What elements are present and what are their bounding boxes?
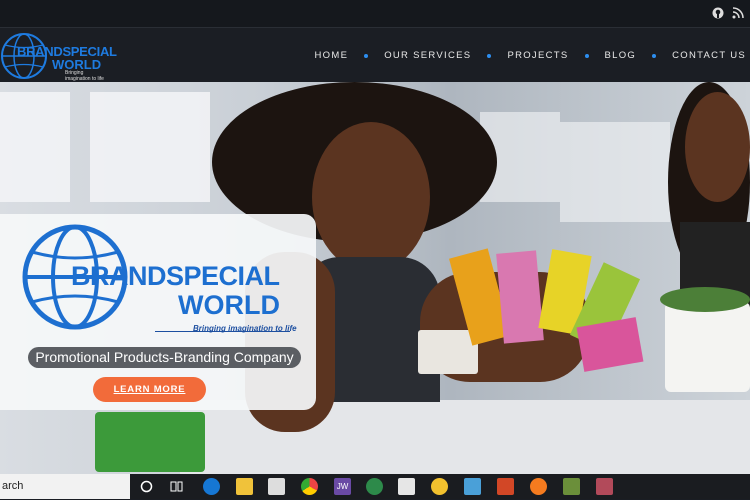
nav-separator-dot — [364, 53, 369, 58]
site-logo[interactable]: BRANDSPECIAL WORLD Bringing imagination … — [0, 30, 117, 82]
nav-separator-dot — [584, 53, 589, 58]
learn-more-button[interactable]: LEARN MORE — [93, 377, 206, 402]
windows-taskbar: arch JW — [0, 474, 750, 499]
app-icon[interactable] — [366, 478, 383, 495]
powerpoint-icon[interactable] — [497, 478, 514, 495]
brand-tagline: Bringing imagination to life — [193, 324, 297, 333]
nav-item-home[interactable]: HOME — [315, 50, 349, 61]
task-view-icon[interactable] — [168, 478, 185, 495]
firefox-icon[interactable] — [530, 478, 547, 495]
brand-name-line1: BRANDSPECIAL — [71, 261, 280, 291]
nav-menu: HOME OUR SERVICES PROJECTS BLOG CONTACT … — [315, 50, 747, 61]
store-icon[interactable] — [268, 478, 285, 495]
edge-icon[interactable] — [203, 478, 220, 495]
nav-item-blog[interactable]: BLOG — [605, 50, 637, 61]
nav-item-our-services[interactable]: OUR SERVICES — [384, 50, 471, 61]
hero-card: BRANDSPECIAL WORLD Bringing imagination … — [0, 214, 316, 410]
taskbar-search-input[interactable]: arch — [0, 474, 130, 499]
app-icon-5[interactable] — [596, 478, 613, 495]
nav-separator-dot — [487, 53, 492, 58]
nav-separator-dot — [652, 53, 657, 58]
chrome-icon[interactable] — [301, 478, 318, 495]
app-icon-2[interactable] — [431, 478, 448, 495]
photos-icon[interactable] — [398, 478, 415, 495]
app-icon-3[interactable] — [464, 478, 481, 495]
logo-tagline: Bringing imagination to life — [65, 70, 104, 82]
file-explorer-icon[interactable] — [236, 478, 253, 495]
hero-subtitle: Promotional Products-Branding Company — [28, 347, 301, 368]
top-bar — [0, 0, 750, 28]
brand-name-line2: WORLD — [178, 290, 280, 320]
jw-icon[interactable]: JW — [334, 478, 351, 495]
hero-banner: BRANDSPECIAL WORLD Bringing imagination … — [0, 82, 750, 474]
nav-item-projects[interactable]: PROJECTS — [507, 50, 568, 61]
main-navigation: BRANDSPECIAL WORLD Bringing imagination … — [0, 28, 750, 82]
rss-icon[interactable] — [732, 7, 744, 19]
app-icon-4[interactable] — [563, 478, 580, 495]
github-icon[interactable] — [712, 7, 724, 19]
nav-item-contact-us[interactable]: CONTACT US — [672, 50, 746, 61]
cortana-icon[interactable] — [138, 478, 155, 495]
